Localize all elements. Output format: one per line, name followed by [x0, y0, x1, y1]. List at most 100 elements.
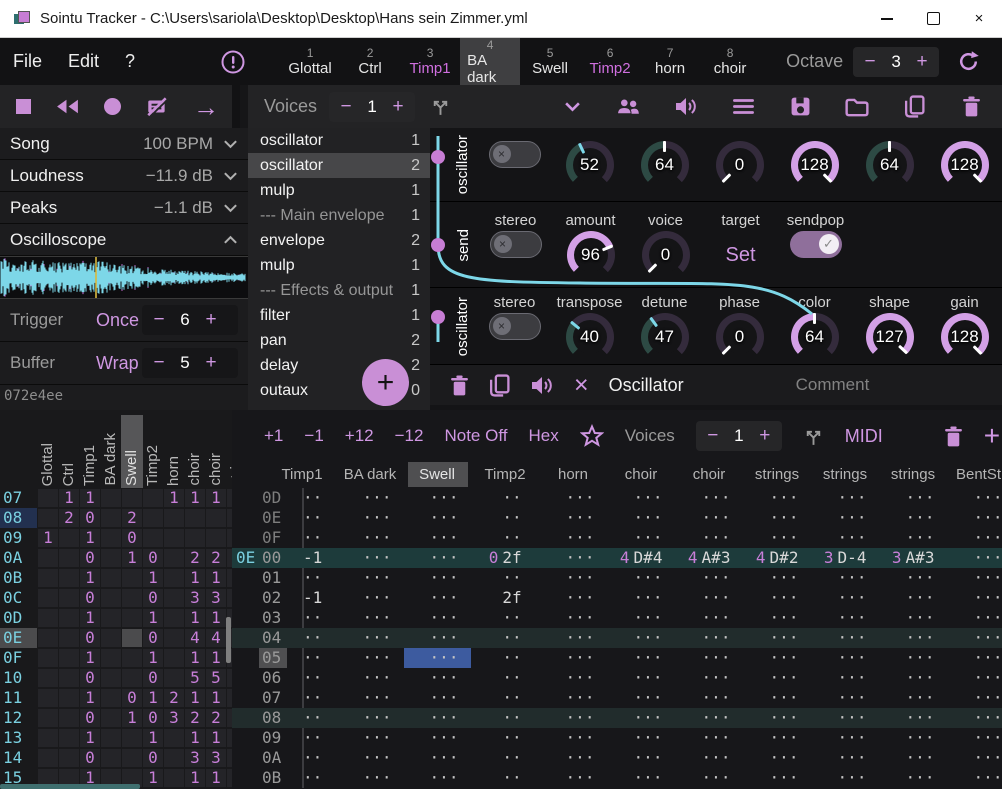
track-tab-timp1[interactable]: 3Timp1 — [400, 38, 460, 85]
order-row-number[interactable]: 10 — [3, 668, 37, 688]
pattern-cell[interactable]: ··· — [947, 568, 1002, 588]
order-cell[interactable] — [101, 669, 121, 687]
order-cell[interactable] — [101, 569, 121, 587]
unit-list-item[interactable]: oscillator1 — [248, 128, 430, 153]
pattern-cell[interactable]: ··· — [743, 748, 811, 768]
pattern-cell[interactable]: ··· — [811, 608, 879, 628]
order-cell[interactable]: 1 — [80, 729, 100, 747]
pattern-cell[interactable]: ·· — [303, 768, 336, 788]
pattern-cell[interactable]: ··· — [811, 648, 879, 668]
note-tracking-off-icon[interactable] — [145, 97, 169, 117]
pattern-row-number[interactable]: 09 — [262, 728, 288, 748]
unit-comment-field[interactable]: Comment — [796, 375, 870, 395]
order-cell[interactable]: 3 — [185, 749, 205, 767]
order-row-number[interactable]: 0C — [3, 588, 37, 608]
pattern-cell[interactable]: ··· — [947, 748, 1002, 768]
pattern-cell[interactable]: ··· — [811, 708, 879, 728]
unit-list-item[interactable]: mulp1 — [248, 253, 430, 278]
pattern-cell[interactable]: ··· — [879, 568, 947, 588]
pattern-cell[interactable]: ··· — [743, 708, 811, 728]
pattern-cell[interactable]: ··· — [539, 728, 607, 748]
transpose-plus1-button[interactable]: +1 — [264, 426, 283, 446]
delete-unit-icon[interactable] — [450, 375, 469, 396]
pattern-cell[interactable]: ··· — [607, 648, 675, 668]
pattern-cell[interactable]: ··· — [743, 568, 811, 588]
pattern-row-number[interactable]: 0B — [262, 768, 288, 788]
pattern-cell[interactable]: ··· — [947, 628, 1002, 648]
pattern-cell[interactable]: -1 — [303, 588, 336, 608]
order-cell[interactable]: 1 — [185, 489, 205, 507]
unit-speaker-icon[interactable] — [530, 375, 554, 396]
pattern-cell[interactable]: ··· — [403, 568, 471, 588]
pattern-cell[interactable]: 02f — [471, 548, 539, 568]
order-cell[interactable]: 4 — [185, 629, 205, 647]
pattern-cell[interactable]: ·· — [303, 728, 336, 748]
order-cell[interactable] — [122, 749, 142, 767]
order-cell[interactable]: 3 — [164, 709, 184, 727]
order-cell[interactable] — [38, 509, 58, 527]
shape-knob[interactable]: 127 — [866, 313, 914, 361]
menu-edit[interactable]: Edit — [55, 51, 112, 72]
unit-list-item[interactable]: filter1 — [248, 303, 430, 328]
order-cell[interactable]: 1 — [143, 649, 163, 667]
pattern-cell[interactable]: 4D#4 — [607, 548, 675, 568]
track-tab-horn[interactable]: 7horn — [640, 38, 700, 85]
pattern-cell[interactable]: ··· — [403, 608, 471, 628]
close-button[interactable]: × — [956, 0, 1002, 37]
unit-list-item[interactable]: oscillator2 — [248, 153, 430, 178]
pattern-cell[interactable]: ··· — [811, 668, 879, 688]
gain-knob[interactable]: 128 — [941, 313, 989, 361]
order-cell[interactable]: 3 — [206, 749, 226, 767]
order-cell[interactable]: 4 — [206, 629, 226, 647]
track-tab-timp2[interactable]: 6Timp2 — [580, 38, 640, 85]
order-cell[interactable] — [122, 589, 142, 607]
order-cell[interactable] — [38, 709, 58, 727]
pattern-cell[interactable]: ··· — [336, 608, 404, 628]
order-cell[interactable]: 1 — [185, 769, 205, 787]
pattern-cell[interactable]: ··· — [336, 728, 404, 748]
order-row-number[interactable]: 0B — [3, 568, 37, 588]
pattern-cell[interactable]: ··· — [879, 588, 947, 608]
pattern-cell[interactable]: 3D-4 — [811, 548, 879, 568]
order-row-number[interactable]: 07 — [3, 488, 37, 508]
order-cell[interactable] — [38, 569, 58, 587]
order-cell[interactable] — [164, 649, 184, 667]
pattern-cell[interactable]: ··· — [947, 488, 1002, 508]
order-cell[interactable]: 1 — [206, 769, 226, 787]
order-row-number[interactable]: 09 — [3, 528, 37, 548]
order-cell[interactable] — [164, 569, 184, 587]
voices-minus-button[interactable]: − — [333, 96, 359, 118]
pattern-cell[interactable]: ··· — [403, 628, 471, 648]
pattern-cell[interactable]: ··· — [539, 528, 607, 548]
add-unit-button[interactable]: + — [362, 359, 409, 406]
order-cell[interactable]: 1 — [80, 489, 100, 507]
song-row[interactable]: Song 100 BPM — [0, 128, 248, 160]
order-column-header-choir[interactable]: choir — [206, 414, 226, 486]
order-cell[interactable] — [122, 609, 142, 627]
pattern-row-number[interactable]: 0A — [262, 748, 288, 768]
peaks-row[interactable]: Peaks −1.1 dB — [0, 192, 248, 224]
open-folder-icon[interactable] — [840, 90, 874, 124]
order-cell[interactable]: 2 — [122, 509, 142, 527]
pattern-cell[interactable]: ··· — [403, 528, 471, 548]
pattern-cell[interactable]: ··· — [607, 728, 675, 748]
unit-list-item[interactable]: --- Effects & output1 — [248, 278, 430, 303]
order-cell[interactable]: 1 — [206, 609, 226, 627]
order-cell[interactable] — [206, 509, 226, 527]
order-cell[interactable]: 1 — [185, 689, 205, 707]
order-cell[interactable] — [143, 489, 163, 507]
order-cell[interactable] — [101, 629, 121, 647]
order-cell[interactable]: 5 — [206, 669, 226, 687]
target-button[interactable]: Set — [725, 231, 755, 279]
hex-toggle-button[interactable]: Hex — [528, 426, 558, 446]
order-cell[interactable]: 1 — [122, 709, 142, 727]
pattern-cell[interactable]: 2f — [471, 588, 539, 608]
order-cell[interactable] — [59, 569, 79, 587]
order-cell[interactable] — [59, 729, 79, 747]
trigger-minus-button[interactable]: − — [146, 309, 172, 331]
pattern-cell[interactable]: ··· — [811, 488, 879, 508]
pattern-cell[interactable]: ··· — [947, 708, 1002, 728]
instrument-voices-icon[interactable] — [612, 90, 646, 124]
pattern-cell[interactable]: ··· — [336, 648, 404, 668]
order-row-number[interactable]: 08 — [3, 508, 37, 528]
